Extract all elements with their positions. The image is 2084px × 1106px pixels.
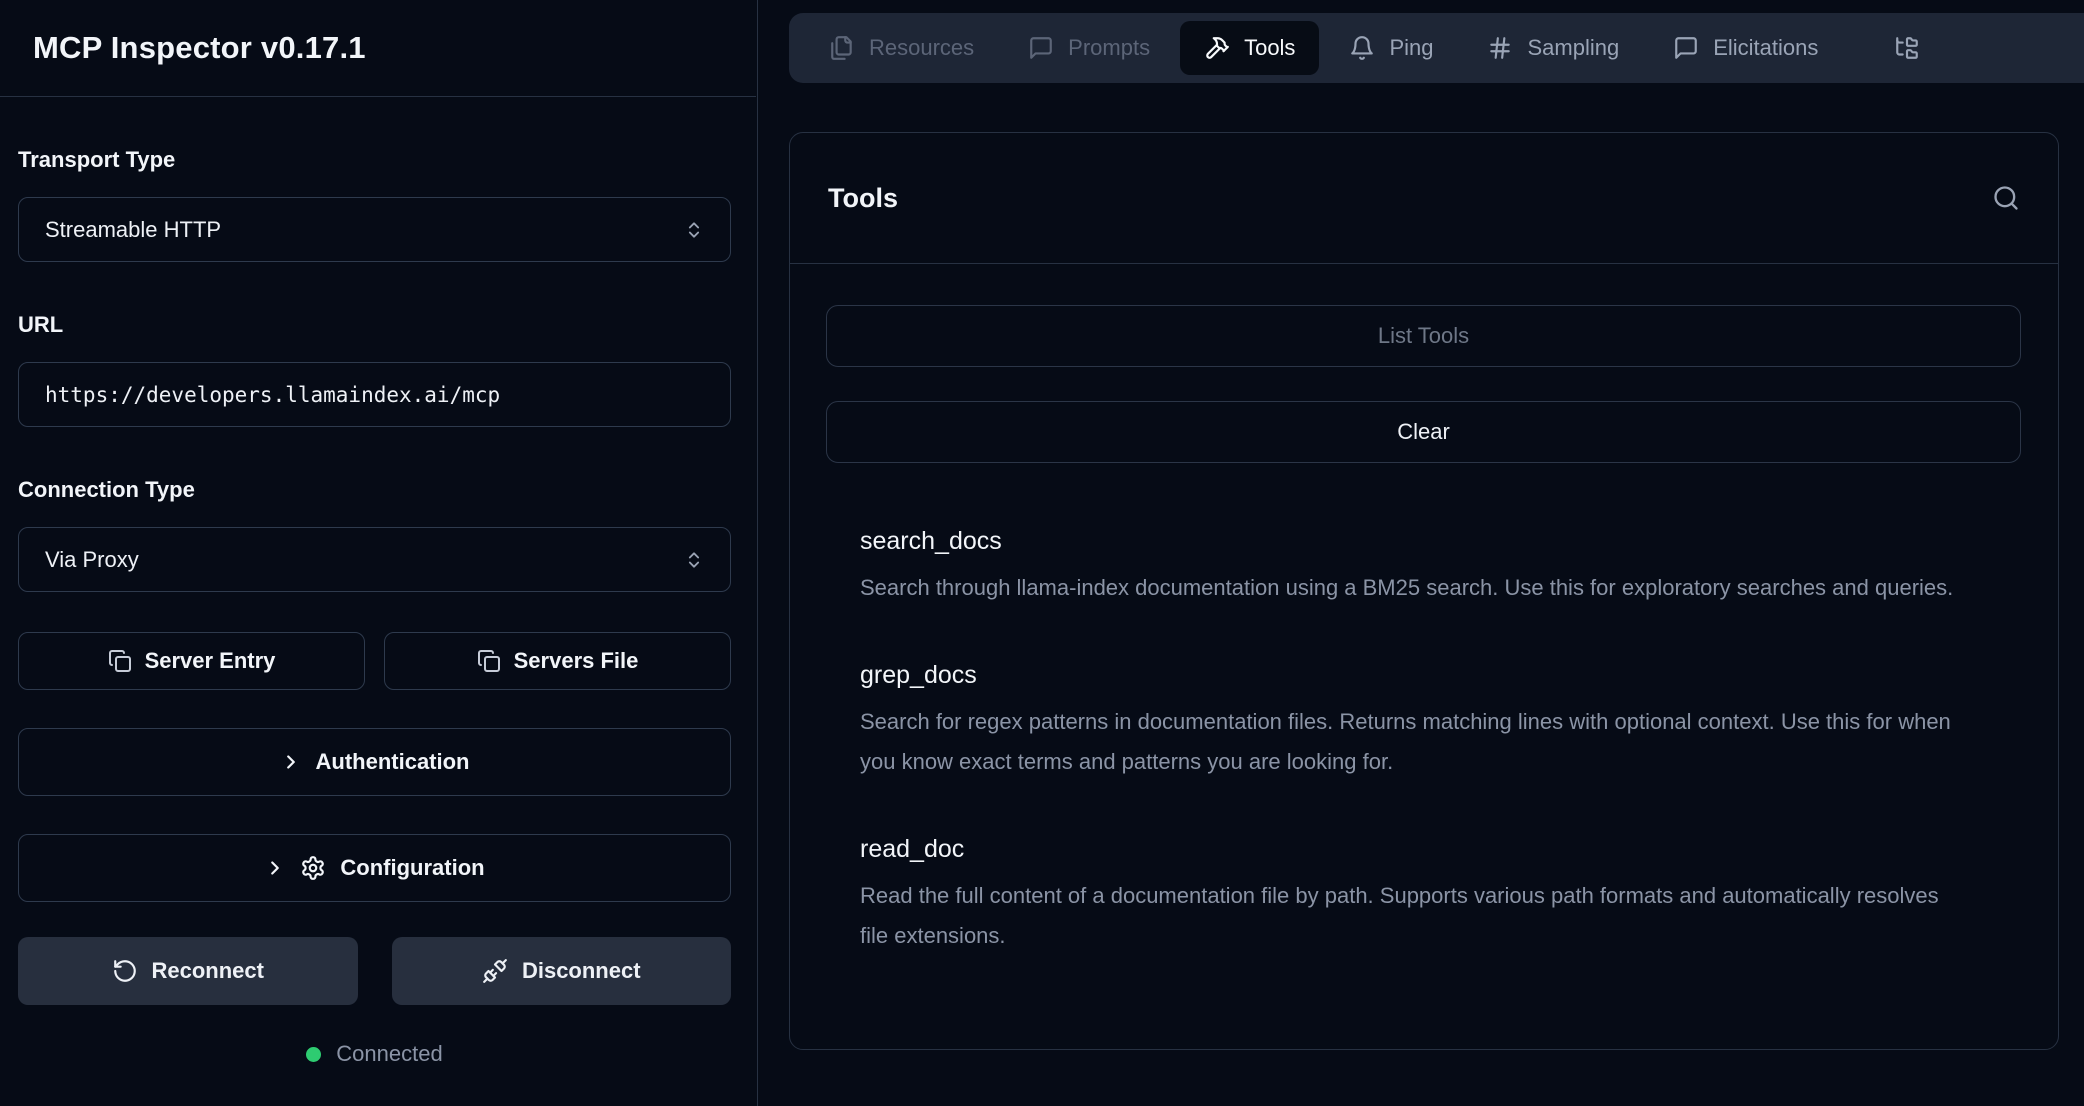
authentication-toggle[interactable]: Authentication bbox=[18, 728, 731, 796]
tab-label: Ping bbox=[1389, 35, 1433, 61]
servers-file-button[interactable]: Servers File bbox=[384, 632, 731, 690]
tab-elicitations[interactable]: Elicitations bbox=[1649, 21, 1842, 75]
sidebar-content: Transport Type Streamable HTTP URL https… bbox=[0, 97, 756, 1067]
configuration-toggle[interactable]: Configuration bbox=[18, 834, 731, 902]
sidebar: MCP Inspector v0.17.1 Transport Type Str… bbox=[0, 0, 757, 1106]
reconnect-label: Reconnect bbox=[152, 958, 264, 984]
connection-type-value: Via Proxy bbox=[45, 547, 139, 573]
transport-type-select[interactable]: Streamable HTTP bbox=[18, 197, 731, 262]
chevrons-up-down-icon bbox=[684, 550, 704, 570]
list-tools-button[interactable]: List Tools bbox=[826, 305, 2021, 367]
tab-sampling[interactable]: Sampling bbox=[1463, 21, 1643, 75]
tab-resources[interactable]: Resources bbox=[805, 21, 998, 75]
tool-list-item[interactable]: read_doc Read the full content of a docu… bbox=[860, 835, 2021, 956]
tool-description: Search through llama-index documentation… bbox=[860, 568, 1960, 608]
tab-label: Sampling bbox=[1527, 35, 1619, 61]
main-area: Resources Prompts Tools Ping Sampling bbox=[757, 0, 2084, 1106]
disconnect-label: Disconnect bbox=[522, 958, 641, 984]
gear-icon bbox=[300, 855, 326, 881]
search-icon bbox=[1992, 184, 2020, 212]
authentication-label: Authentication bbox=[316, 749, 470, 775]
tools-panel-header: Tools bbox=[790, 133, 2058, 264]
tool-list-item[interactable]: grep_docs Search for regex patterns in d… bbox=[860, 661, 2021, 782]
hash-icon bbox=[1487, 35, 1513, 61]
unplug-icon bbox=[482, 958, 508, 984]
tool-name: search_docs bbox=[860, 527, 2021, 556]
reconnect-button[interactable]: Reconnect bbox=[18, 937, 358, 1005]
tool-list: search_docs Search through llama-index d… bbox=[826, 527, 2021, 956]
tab-label: Prompts bbox=[1068, 35, 1150, 61]
tool-list-item[interactable]: search_docs Search through llama-index d… bbox=[860, 527, 2021, 608]
list-tools-label: List Tools bbox=[1378, 323, 1469, 349]
server-entry-label: Server Entry bbox=[145, 648, 276, 674]
tool-name: read_doc bbox=[860, 835, 2021, 864]
connection-status: Connected bbox=[18, 1041, 731, 1067]
configuration-label: Configuration bbox=[340, 855, 484, 881]
status-label: Connected bbox=[336, 1041, 442, 1067]
chevron-right-icon bbox=[280, 751, 302, 773]
message-square-icon bbox=[1673, 35, 1699, 61]
tab-tools[interactable]: Tools bbox=[1180, 21, 1319, 75]
transport-type-label: Transport Type bbox=[18, 147, 731, 173]
disconnect-button[interactable]: Disconnect bbox=[392, 937, 732, 1005]
server-entry-button[interactable]: Server Entry bbox=[18, 632, 365, 690]
copy-icon bbox=[477, 649, 501, 673]
tools-panel-body: List Tools Clear search_docs Search thro… bbox=[790, 264, 2058, 956]
url-label: URL bbox=[18, 312, 731, 338]
tab-roots[interactable] bbox=[1870, 21, 1958, 75]
search-button[interactable] bbox=[1992, 184, 2020, 212]
tools-panel-title: Tools bbox=[828, 183, 898, 214]
tab-label: Tools bbox=[1244, 35, 1295, 61]
clear-label: Clear bbox=[1397, 419, 1450, 445]
tab-prompts[interactable]: Prompts bbox=[1004, 21, 1174, 75]
chevron-right-icon bbox=[264, 857, 286, 879]
chevrons-up-down-icon bbox=[684, 220, 704, 240]
tool-description: Search for regex patterns in documentati… bbox=[860, 702, 1960, 782]
sidebar-header: MCP Inspector v0.17.1 bbox=[0, 0, 756, 97]
tools-panel: Tools List Tools Clear search_docs Searc… bbox=[789, 132, 2059, 1050]
folder-tree-icon bbox=[1894, 35, 1920, 61]
rotate-ccw-icon bbox=[112, 958, 138, 984]
servers-file-label: Servers File bbox=[514, 648, 639, 674]
tab-label: Resources bbox=[869, 35, 974, 61]
status-dot bbox=[306, 1047, 321, 1062]
tab-bar: Resources Prompts Tools Ping Sampling bbox=[789, 13, 2084, 83]
tool-description: Read the full content of a documentation… bbox=[860, 876, 1960, 956]
url-input[interactable]: https://developers.llamaindex.ai/mcp bbox=[18, 362, 731, 427]
bell-icon bbox=[1349, 35, 1375, 61]
connection-type-label: Connection Type bbox=[18, 477, 731, 503]
transport-type-value: Streamable HTTP bbox=[45, 217, 221, 243]
hammer-icon bbox=[1204, 35, 1230, 61]
clear-button[interactable]: Clear bbox=[826, 401, 2021, 463]
tab-label: Elicitations bbox=[1713, 35, 1818, 61]
files-icon bbox=[829, 35, 855, 61]
copy-icon bbox=[108, 649, 132, 673]
message-square-icon bbox=[1028, 35, 1054, 61]
url-value: https://developers.llamaindex.ai/mcp bbox=[45, 383, 500, 407]
app-title: MCP Inspector v0.17.1 bbox=[33, 30, 723, 66]
connection-type-select[interactable]: Via Proxy bbox=[18, 527, 731, 592]
tool-name: grep_docs bbox=[860, 661, 2021, 690]
tab-ping[interactable]: Ping bbox=[1325, 21, 1457, 75]
